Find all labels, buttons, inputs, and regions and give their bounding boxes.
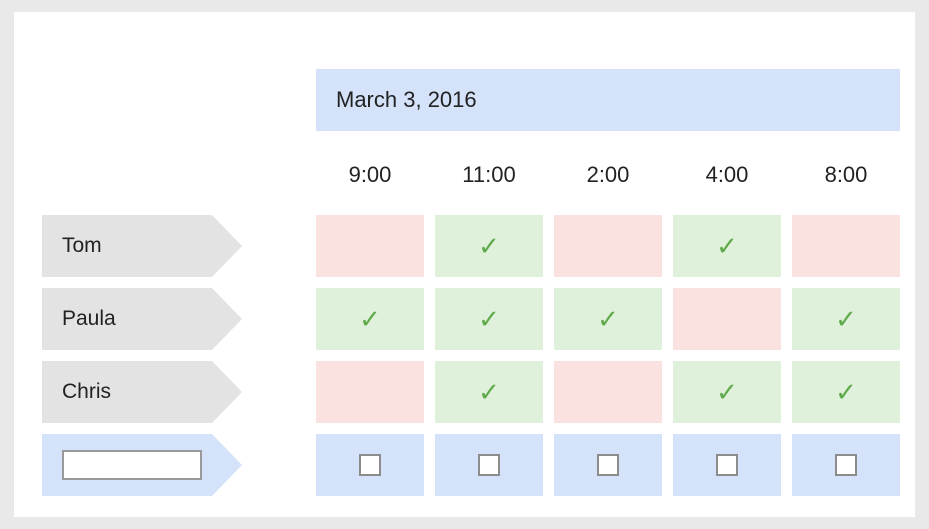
- participant-name: Paula: [62, 307, 116, 330]
- unavailable-cell: [316, 361, 424, 423]
- participant-name-tag: Chris: [42, 361, 242, 423]
- check-icon: ✓: [597, 304, 619, 334]
- participant-name: Tom: [62, 234, 102, 257]
- available-cell: ✓: [435, 288, 543, 350]
- check-icon: ✓: [478, 377, 500, 407]
- time-header: 9:00: [348, 162, 392, 187]
- time-header: 8:00: [824, 162, 868, 187]
- unavailable-cell: [554, 361, 662, 423]
- available-cell: ✓: [673, 361, 781, 423]
- check-icon: ✓: [478, 231, 500, 261]
- check-icon: ✓: [716, 231, 738, 261]
- available-cell: ✓: [435, 361, 543, 423]
- available-cell: ✓: [554, 288, 662, 350]
- new-entry-cell: [435, 434, 543, 496]
- poll-card: March 3, 2016 9:00 11:00 2:00 4:00 8:00 Tom ✓ ✓…: [14, 12, 915, 517]
- check-icon: ✓: [359, 304, 381, 334]
- unavailable-cell: [792, 215, 900, 277]
- check-icon: ✓: [716, 377, 738, 407]
- new-participant-tag: [42, 434, 242, 496]
- unavailable-cell: [554, 215, 662, 277]
- time-header: 2:00: [586, 162, 630, 187]
- availability-checkbox[interactable]: [478, 454, 500, 476]
- availability-checkbox[interactable]: [716, 454, 738, 476]
- participant-name-tag: Tom: [42, 215, 242, 277]
- new-entry-cell: [316, 434, 424, 496]
- available-cell: ✓: [316, 288, 424, 350]
- availability-checkbox[interactable]: [359, 454, 381, 476]
- time-header: 11:00: [462, 162, 516, 187]
- new-entry-cell: [792, 434, 900, 496]
- participant-name: Chris: [62, 380, 112, 403]
- check-icon: ✓: [835, 304, 857, 334]
- date-header: March 3, 2016: [316, 69, 900, 131]
- check-icon: ✓: [835, 377, 857, 407]
- new-entry-cell: [554, 434, 662, 496]
- availability-checkbox[interactable]: [835, 454, 857, 476]
- availability-checkbox[interactable]: [597, 454, 619, 476]
- available-cell: ✓: [792, 361, 900, 423]
- unavailable-cell: [316, 215, 424, 277]
- date-label: March 3, 2016: [336, 87, 477, 112]
- time-header: 4:00: [705, 162, 749, 187]
- participant-name-tag: Paula: [42, 288, 242, 350]
- check-icon: ✓: [478, 304, 500, 334]
- new-participant-name-input[interactable]: [62, 450, 202, 480]
- new-entry-cell: [673, 434, 781, 496]
- available-cell: ✓: [792, 288, 900, 350]
- available-cell: ✓: [435, 215, 543, 277]
- unavailable-cell: [673, 288, 781, 350]
- available-cell: ✓: [673, 215, 781, 277]
